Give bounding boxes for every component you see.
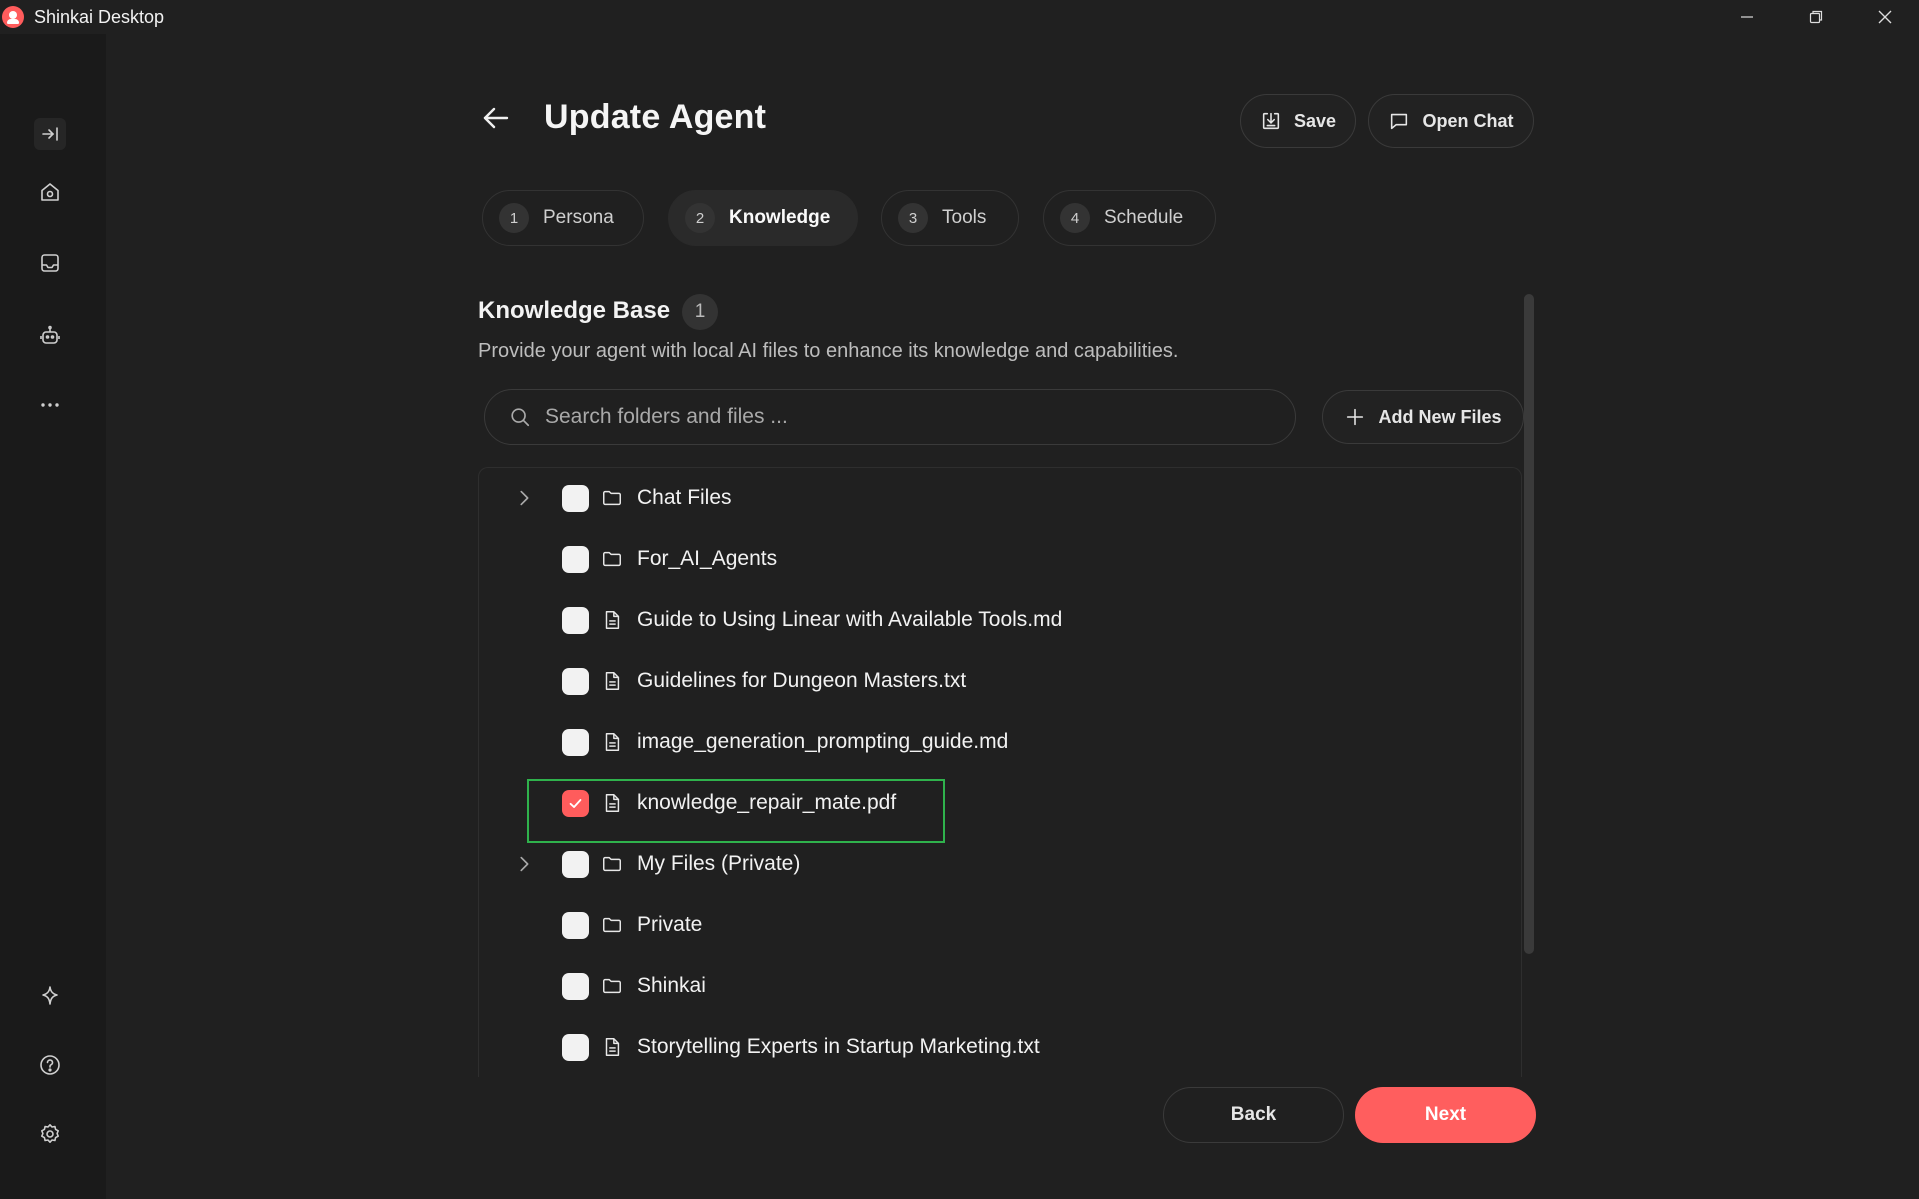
agent-robot-icon[interactable] [34,320,66,352]
tab-step-number: 3 [898,203,928,233]
file-name: Chat Files [637,486,732,509]
file-row[interactable]: Storytelling Experts in Startup Marketin… [479,1022,1519,1072]
open-chat-label: Open Chat [1422,110,1514,131]
tab-label: Knowledge [729,207,831,228]
restore-icon[interactable] [1781,0,1850,34]
document-icon [601,609,623,631]
search-box [484,389,1296,445]
folder-icon [601,914,623,936]
settings-gear-icon[interactable] [34,1118,66,1150]
tab-step-number: 1 [499,203,529,233]
tab-step-number: 2 [685,203,715,233]
file-checkbox[interactable] [562,606,589,634]
folder-icon [601,487,623,509]
sparkle-icon[interactable] [34,980,66,1012]
folder-icon [601,853,623,875]
title-bar: Shinkai Desktop [0,0,1919,34]
tab-label: Schedule [1104,207,1184,228]
sidebar [0,34,106,1199]
add-new-files-button[interactable]: Add New Files [1322,390,1524,444]
minimize-icon[interactable] [1712,0,1781,34]
plus-icon [1347,408,1364,426]
save-download-icon [1262,112,1280,130]
selected-file-highlight [527,779,945,843]
file-name: My Files (Private) [637,852,801,875]
help-icon[interactable] [34,1049,66,1081]
folder-row[interactable]: Private [479,900,1519,950]
file-name: Storytelling Experts in Startup Marketin… [637,1035,1040,1058]
search-input[interactable] [545,405,1245,429]
back-arrow-icon[interactable] [478,100,514,136]
file-checkbox[interactable] [562,1033,589,1061]
file-checkbox[interactable] [562,972,589,1000]
folder-row[interactable]: My Files (Private) [479,839,1519,889]
file-tree: Chat Files For_AI_Agents Guide to Using Li… [478,467,1522,1077]
document-icon [601,731,623,753]
file-row[interactable]: image_generation_prompting_guide.md [479,717,1519,767]
file-checkbox[interactable] [562,667,589,695]
tab-label: Persona [543,207,614,228]
file-row[interactable]: Guidelines for Dungeon Masters.txt [479,656,1519,706]
chevron-right-icon[interactable] [513,487,535,509]
file-checkbox[interactable] [562,911,589,939]
search-icon [511,408,530,427]
save-button[interactable]: Save [1240,94,1356,148]
document-icon [601,1036,623,1058]
tab-label: Tools [942,207,987,228]
collapse-sidebar-icon[interactable] [34,118,66,150]
tab-step-number: 4 [1060,203,1090,233]
back-button[interactable]: Back [1163,1087,1344,1143]
save-label: Save [1293,110,1337,131]
window-controls [1712,0,1919,34]
next-button[interactable]: Next [1355,1087,1536,1143]
add-new-files-label: Add New Files [1378,406,1502,427]
file-name: Guide to Using Linear with Available Too… [637,608,1063,631]
chat-bubble-icon [1391,113,1408,130]
file-name: Guidelines for Dungeon Masters.txt [637,669,967,692]
more-dots-icon[interactable] [34,389,66,421]
knowledge-description: Provide your agent with local AI files t… [478,340,1179,362]
folder-row[interactable]: For_AI_Agents [479,534,1519,584]
scrollbar-thumb[interactable] [1524,294,1534,954]
tab-persona[interactable]: 1 Persona [482,190,644,246]
close-icon[interactable] [1850,0,1919,34]
file-checkbox[interactable] [562,484,589,512]
file-row[interactable]: Guide to Using Linear with Available Too… [479,595,1519,645]
file-name: For_AI_Agents [637,547,778,570]
document-icon [601,670,623,692]
file-checkbox[interactable] [562,728,589,756]
folder-row[interactable]: Shinkai [479,961,1519,1011]
file-name: Shinkai [637,974,706,997]
app-logo-icon [2,6,24,28]
app-title: Shinkai Desktop [34,6,165,27]
tab-schedule[interactable]: 4 Schedule [1043,190,1216,246]
page-title: Update Agent [544,98,767,136]
folder-row[interactable]: Chat Files [479,473,1519,523]
knowledge-base-title: Knowledge Base [478,297,671,324]
chevron-right-icon[interactable] [513,853,535,875]
open-chat-button[interactable]: Open Chat [1368,94,1534,148]
file-checkbox[interactable] [562,850,589,878]
knowledge-count-badge: 1 [682,294,718,330]
folder-icon [601,548,623,570]
folder-icon [601,975,623,997]
tab-tools[interactable]: 3 Tools [881,190,1019,246]
home-icon[interactable] [34,176,66,208]
tab-knowledge[interactable]: 2 Knowledge [668,190,858,246]
file-checkbox[interactable] [562,545,589,573]
file-name: image_generation_prompting_guide.md [637,730,1009,753]
inbox-icon[interactable] [34,247,66,279]
file-name: Private [637,913,703,936]
